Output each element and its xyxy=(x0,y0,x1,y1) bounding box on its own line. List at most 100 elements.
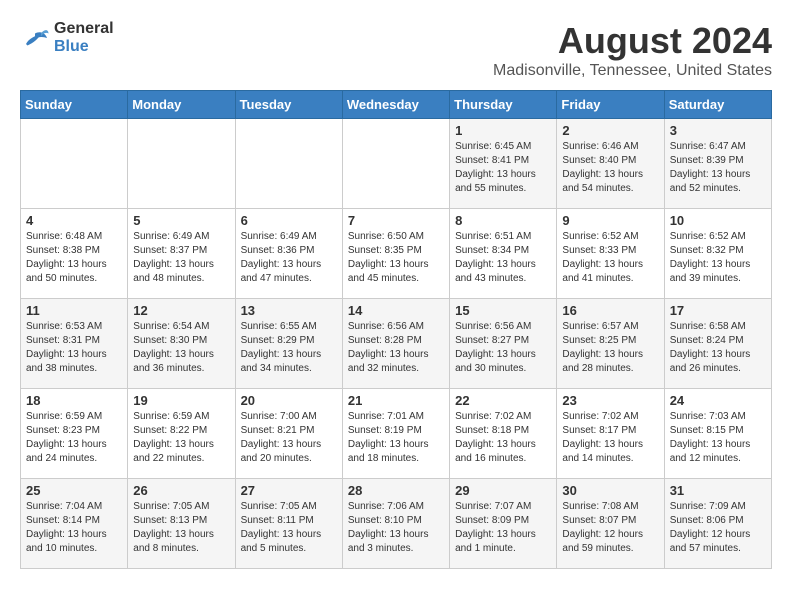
day-number: 4 xyxy=(26,213,122,228)
calendar-cell: 19 Sunrise: 6:59 AMSunset: 8:22 PMDayligh… xyxy=(128,389,235,479)
day-number: 6 xyxy=(241,213,337,228)
day-info: Sunrise: 7:08 AMSunset: 8:07 PMDaylight:… xyxy=(562,500,658,556)
day-info: Sunrise: 6:45 AMSunset: 8:41 PMDaylight:… xyxy=(455,140,551,196)
day-info: Sunrise: 6:59 AMSunset: 8:23 PMDaylight:… xyxy=(26,410,122,466)
day-number: 12 xyxy=(133,303,229,318)
day-number: 14 xyxy=(348,303,444,318)
calendar-week-1: 1 Sunrise: 6:45 AMSunset: 8:41 PMDaylight… xyxy=(21,119,772,209)
calendar-week-3: 11 Sunrise: 6:53 AMSunset: 8:31 PMDayligh… xyxy=(21,299,772,389)
day-number: 1 xyxy=(455,123,551,138)
calendar-header-friday: Friday xyxy=(557,91,664,119)
day-number: 25 xyxy=(26,483,122,498)
calendar-table: SundayMondayTuesdayWednesdayThursdayFrid… xyxy=(20,90,772,569)
calendar-cell: 24 Sunrise: 7:03 AMSunset: 8:15 PMDayligh… xyxy=(664,389,771,479)
title-area: August 2024 Madisonville, Tennessee, Uni… xyxy=(493,20,772,80)
calendar-cell: 6 Sunrise: 6:49 AMSunset: 8:36 PMDaylight… xyxy=(235,209,342,299)
calendar-cell: 1 Sunrise: 6:45 AMSunset: 8:41 PMDaylight… xyxy=(450,119,557,209)
day-info: Sunrise: 6:52 AMSunset: 8:33 PMDaylight:… xyxy=(562,230,658,286)
calendar-header-saturday: Saturday xyxy=(664,91,771,119)
day-info: Sunrise: 7:09 AMSunset: 8:06 PMDaylight:… xyxy=(670,500,766,556)
calendar-cell: 14 Sunrise: 6:56 AMSunset: 8:28 PMDayligh… xyxy=(342,299,449,389)
calendar-header-thursday: Thursday xyxy=(450,91,557,119)
day-info: Sunrise: 6:56 AMSunset: 8:27 PMDaylight:… xyxy=(455,320,551,376)
day-number: 16 xyxy=(562,303,658,318)
day-info: Sunrise: 6:49 AMSunset: 8:36 PMDaylight:… xyxy=(241,230,337,286)
day-number: 31 xyxy=(670,483,766,498)
calendar-cell: 5 Sunrise: 6:49 AMSunset: 8:37 PMDaylight… xyxy=(128,209,235,299)
day-number: 3 xyxy=(670,123,766,138)
day-info: Sunrise: 7:03 AMSunset: 8:15 PMDaylight:… xyxy=(670,410,766,466)
calendar-cell xyxy=(128,119,235,209)
day-info: Sunrise: 6:54 AMSunset: 8:30 PMDaylight:… xyxy=(133,320,229,376)
calendar-week-2: 4 Sunrise: 6:48 AMSunset: 8:38 PMDaylight… xyxy=(21,209,772,299)
day-info: Sunrise: 6:51 AMSunset: 8:34 PMDaylight:… xyxy=(455,230,551,286)
day-number: 10 xyxy=(670,213,766,228)
day-info: Sunrise: 7:05 AMSunset: 8:13 PMDaylight:… xyxy=(133,500,229,556)
calendar-cell: 26 Sunrise: 7:05 AMSunset: 8:13 PMDayligh… xyxy=(128,479,235,569)
day-number: 5 xyxy=(133,213,229,228)
calendar-cell: 10 Sunrise: 6:52 AMSunset: 8:32 PMDayligh… xyxy=(664,209,771,299)
day-number: 28 xyxy=(348,483,444,498)
day-info: Sunrise: 6:48 AMSunset: 8:38 PMDaylight:… xyxy=(26,230,122,286)
day-number: 19 xyxy=(133,393,229,408)
day-number: 8 xyxy=(455,213,551,228)
day-number: 17 xyxy=(670,303,766,318)
day-number: 15 xyxy=(455,303,551,318)
day-info: Sunrise: 6:53 AMSunset: 8:31 PMDaylight:… xyxy=(26,320,122,376)
day-info: Sunrise: 6:56 AMSunset: 8:28 PMDaylight:… xyxy=(348,320,444,376)
day-number: 30 xyxy=(562,483,658,498)
calendar-cell: 27Sunrise: 7:05 AMSunset: 8:11 PMDayligh… xyxy=(235,479,342,569)
calendar-header-tuesday: Tuesday xyxy=(235,91,342,119)
calendar-cell xyxy=(21,119,128,209)
logo: General Blue xyxy=(20,20,114,56)
calendar-cell: 20Sunrise: 7:00 AMSunset: 8:21 PMDayligh… xyxy=(235,389,342,479)
calendar-cell: 16Sunrise: 6:57 AMSunset: 8:25 PMDayligh… xyxy=(557,299,664,389)
day-number: 21 xyxy=(348,393,444,408)
calendar-cell: 21 Sunrise: 7:01 AMSunset: 8:19 PMDayligh… xyxy=(342,389,449,479)
calendar-cell: 25 Sunrise: 7:04 AMSunset: 8:14 PMDayligh… xyxy=(21,479,128,569)
day-info: Sunrise: 6:50 AMSunset: 8:35 PMDaylight:… xyxy=(348,230,444,286)
calendar-cell: 18 Sunrise: 6:59 AMSunset: 8:23 PMDayligh… xyxy=(21,389,128,479)
day-number: 13 xyxy=(241,303,337,318)
page-subtitle: Madisonville, Tennessee, United States xyxy=(493,62,772,80)
calendar-cell: 22 Sunrise: 7:02 AMSunset: 8:18 PMDayligh… xyxy=(450,389,557,479)
calendar-header-monday: Monday xyxy=(128,91,235,119)
day-number: 18 xyxy=(26,393,122,408)
day-info: Sunrise: 6:49 AMSunset: 8:37 PMDaylight:… xyxy=(133,230,229,286)
calendar-week-5: 25 Sunrise: 7:04 AMSunset: 8:14 PMDayligh… xyxy=(21,479,772,569)
day-info: Sunrise: 7:04 AMSunset: 8:14 PMDaylight:… xyxy=(26,500,122,556)
logo-icon xyxy=(20,23,50,53)
day-info: Sunrise: 6:55 AMSunset: 8:29 PMDaylight:… xyxy=(241,320,337,376)
calendar-cell: 15 Sunrise: 6:56 AMSunset: 8:27 PMDayligh… xyxy=(450,299,557,389)
calendar-header-wednesday: Wednesday xyxy=(342,91,449,119)
day-info: Sunrise: 6:59 AMSunset: 8:22 PMDaylight:… xyxy=(133,410,229,466)
calendar-cell: 11 Sunrise: 6:53 AMSunset: 8:31 PMDayligh… xyxy=(21,299,128,389)
day-info: Sunrise: 7:07 AMSunset: 8:09 PMDaylight:… xyxy=(455,500,551,556)
calendar-cell: 3 Sunrise: 6:47 AMSunset: 8:39 PMDaylight… xyxy=(664,119,771,209)
day-number: 29 xyxy=(455,483,551,498)
day-number: 26 xyxy=(133,483,229,498)
day-info: Sunrise: 6:47 AMSunset: 8:39 PMDaylight:… xyxy=(670,140,766,196)
day-number: 11 xyxy=(26,303,122,318)
calendar-cell: 13 Sunrise: 6:55 AMSunset: 8:29 PMDayligh… xyxy=(235,299,342,389)
day-number: 7 xyxy=(348,213,444,228)
calendar-header-row: SundayMondayTuesdayWednesdayThursdayFrid… xyxy=(21,91,772,119)
logo-text: General Blue xyxy=(54,20,114,56)
calendar-cell: 2Sunrise: 6:46 AMSunset: 8:40 PMDaylight… xyxy=(557,119,664,209)
day-info: Sunrise: 7:02 AMSunset: 8:17 PMDaylight:… xyxy=(562,410,658,466)
calendar-cell: 23 Sunrise: 7:02 AMSunset: 8:17 PMDayligh… xyxy=(557,389,664,479)
day-number: 23 xyxy=(562,393,658,408)
calendar-header-sunday: Sunday xyxy=(21,91,128,119)
calendar-week-4: 18 Sunrise: 6:59 AMSunset: 8:23 PMDayligh… xyxy=(21,389,772,479)
calendar-cell: 9Sunrise: 6:52 AMSunset: 8:33 PMDaylight… xyxy=(557,209,664,299)
day-number: 24 xyxy=(670,393,766,408)
day-info: Sunrise: 7:01 AMSunset: 8:19 PMDaylight:… xyxy=(348,410,444,466)
calendar-cell: 30 Sunrise: 7:08 AMSunset: 8:07 PMDayligh… xyxy=(557,479,664,569)
day-info: Sunrise: 7:05 AMSunset: 8:11 PMDaylight:… xyxy=(241,500,337,556)
day-number: 22 xyxy=(455,393,551,408)
page-title: August 2024 xyxy=(493,20,772,62)
calendar-cell: 8 Sunrise: 6:51 AMSunset: 8:34 PMDaylight… xyxy=(450,209,557,299)
calendar-cell: 12 Sunrise: 6:54 AMSunset: 8:30 PMDayligh… xyxy=(128,299,235,389)
day-info: Sunrise: 7:02 AMSunset: 8:18 PMDaylight:… xyxy=(455,410,551,466)
day-info: Sunrise: 6:52 AMSunset: 8:32 PMDaylight:… xyxy=(670,230,766,286)
